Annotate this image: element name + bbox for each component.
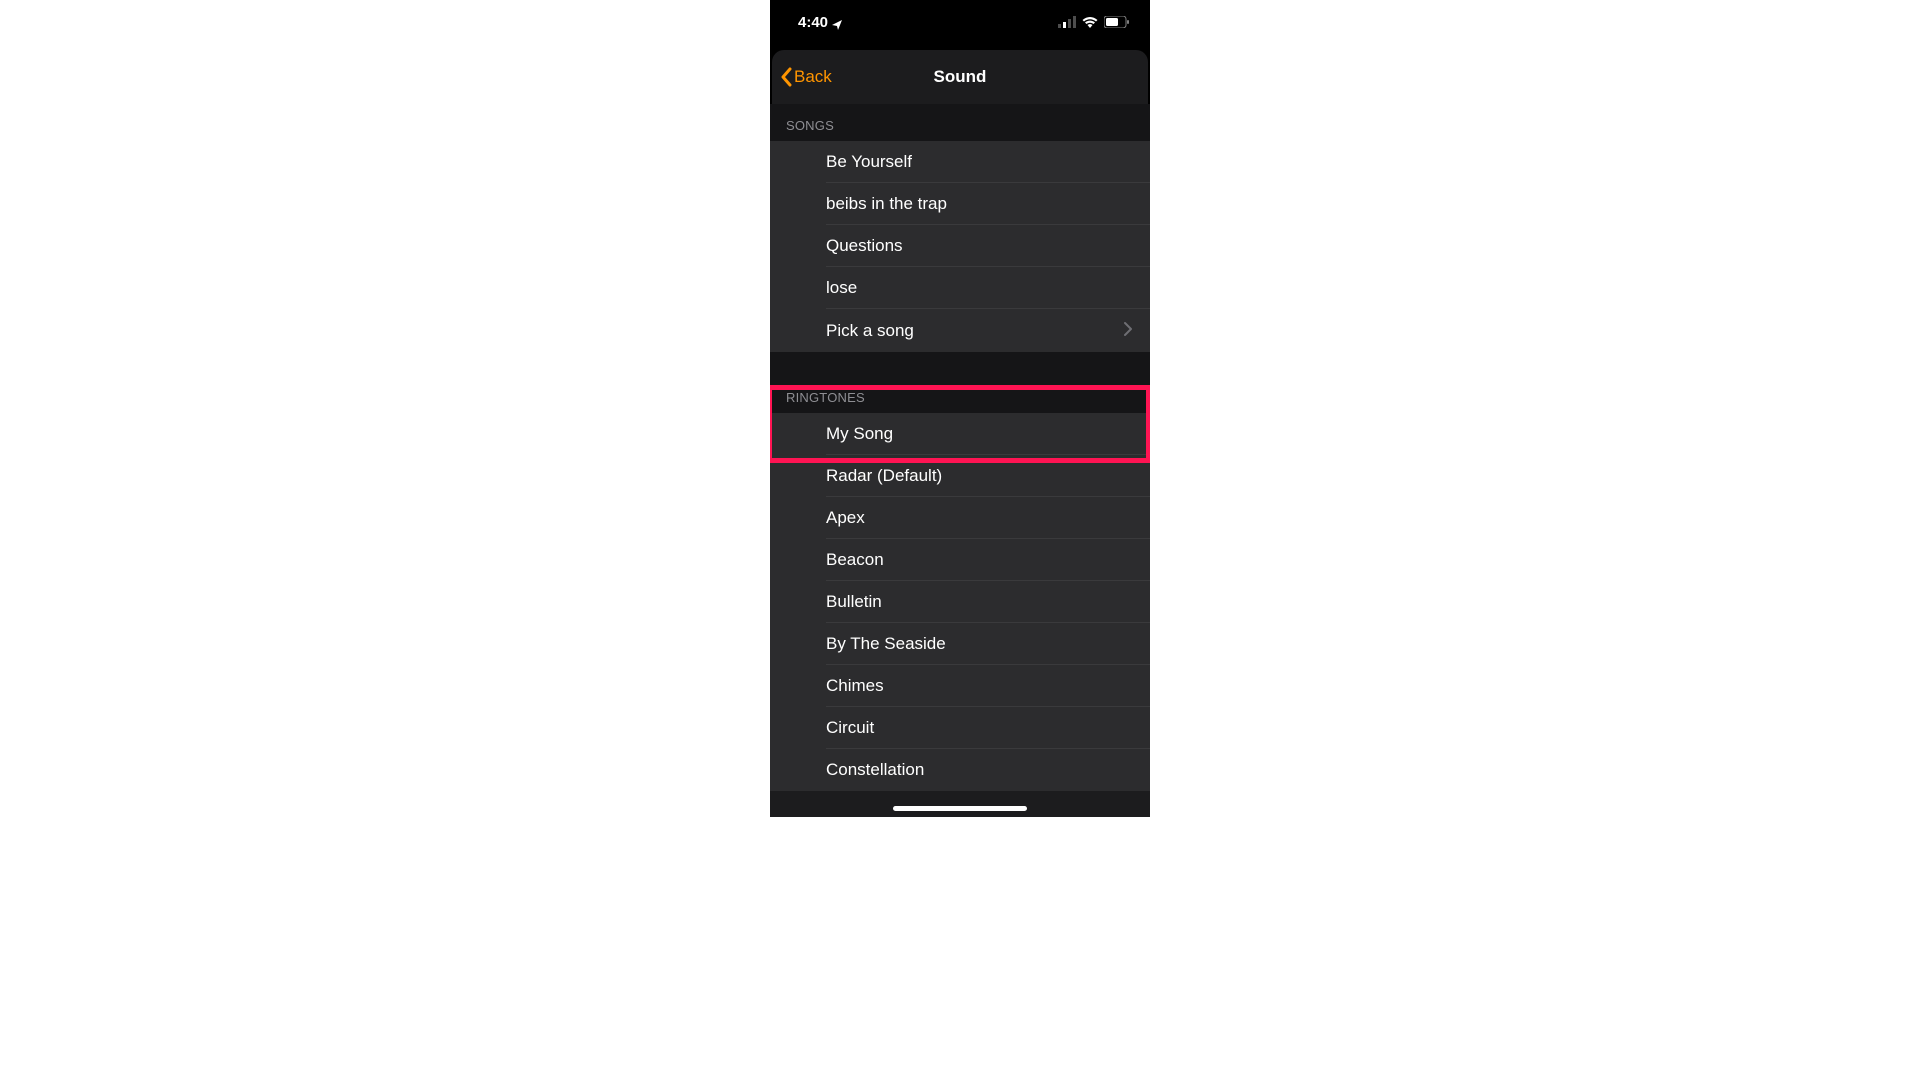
list-item-label: Constellation	[826, 760, 924, 780]
list-item[interactable]: Bulletin	[770, 581, 1150, 623]
status-bar-right	[1058, 16, 1130, 28]
list-item[interactable]: Constellation	[770, 749, 1150, 791]
cellular-signal-icon	[1058, 16, 1076, 28]
back-button-label: Back	[794, 67, 832, 87]
list-item[interactable]: Pick a song	[770, 309, 1150, 352]
list-item[interactable]: Radar (Default)	[770, 455, 1150, 497]
sections-container: SONGS Be Yourself beibs in the trap Questio…	[770, 104, 1150, 791]
phone-frame: 4:40 Back Sound	[770, 0, 1150, 817]
chevron-right-icon	[1124, 320, 1132, 341]
list-item-label: Apex	[826, 508, 865, 528]
nav-title: Sound	[934, 67, 987, 87]
nav-bar-container: Back Sound	[770, 44, 1150, 104]
nav-bar: Back Sound	[772, 50, 1148, 104]
section-header: RINGTONES	[770, 376, 1150, 413]
list-item-label: Questions	[826, 236, 903, 256]
list-item-label: Chimes	[826, 676, 884, 696]
list-item[interactable]: Circuit	[770, 707, 1150, 749]
list-item[interactable]: Beacon	[770, 539, 1150, 581]
list-item[interactable]: My Song	[770, 413, 1150, 455]
list-item-label: Bulletin	[826, 592, 882, 612]
list-item-label: Beacon	[826, 550, 884, 570]
list-item[interactable]: Chimes	[770, 665, 1150, 707]
status-time: 4:40	[798, 14, 828, 31]
status-bar-left: 4:40	[798, 14, 842, 31]
list-item[interactable]: beibs in the trap	[770, 183, 1150, 225]
list-item-label: Pick a song	[826, 321, 914, 341]
list-item-label: Radar (Default)	[826, 466, 942, 486]
section-list: Be Yourself beibs in the trap Questions los…	[770, 141, 1150, 352]
list-item[interactable]: lose	[770, 267, 1150, 309]
section-list: My Song Radar (Default) Apex Beacon Bulletin…	[770, 413, 1150, 791]
list-item-label: beibs in the trap	[826, 194, 947, 214]
list-item[interactable]: Questions	[770, 225, 1150, 267]
back-button[interactable]: Back	[780, 67, 832, 87]
list-item[interactable]: By The Seaside	[770, 623, 1150, 665]
list-item[interactable]: Apex	[770, 497, 1150, 539]
battery-icon	[1104, 16, 1130, 28]
list-item-label: By The Seaside	[826, 634, 946, 654]
content-scroll[interactable]: SONGS Be Yourself beibs in the trap Questio…	[770, 104, 1150, 817]
status-bar: 4:40	[770, 0, 1150, 44]
home-indicator[interactable]	[893, 806, 1027, 811]
list-item-label: My Song	[826, 424, 893, 444]
section-header: SONGS	[770, 104, 1150, 141]
list-item-label: lose	[826, 278, 857, 298]
list-item-label: Be Yourself	[826, 152, 912, 172]
wifi-icon	[1082, 16, 1098, 28]
chevron-left-icon	[780, 67, 792, 87]
list-item[interactable]: Be Yourself	[770, 141, 1150, 183]
section-gap	[770, 352, 1150, 376]
location-services-icon	[832, 17, 842, 27]
list-item-label: Circuit	[826, 718, 874, 738]
